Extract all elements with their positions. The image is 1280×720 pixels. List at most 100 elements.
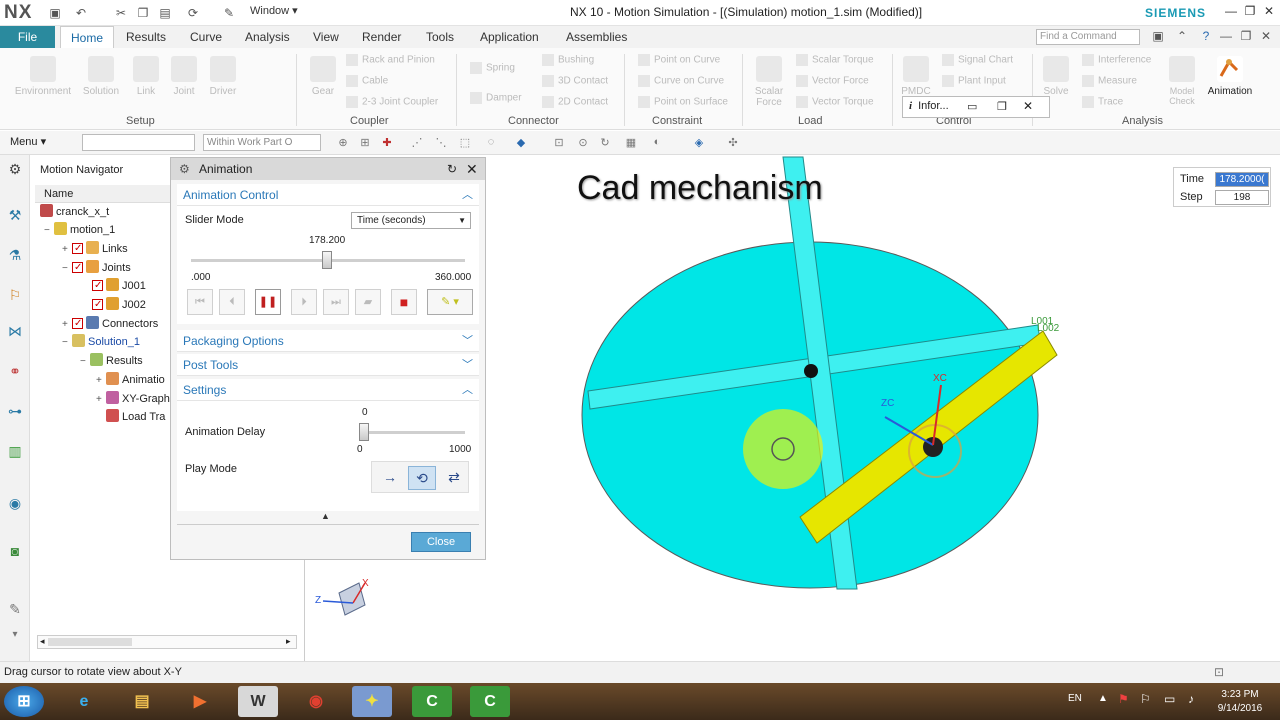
web-browser-icon[interactable]: ▥ <box>6 443 24 461</box>
step-forward-button[interactable]: ⏵ <box>291 289 317 315</box>
tree-node-results[interactable]: − Results <box>80 352 143 371</box>
zoom-icon[interactable]: ⊙ <box>576 136 590 150</box>
pause-button[interactable]: ❚❚ <box>255 289 281 315</box>
volume-icon[interactable]: ♪ <box>1188 692 1194 706</box>
history-icon[interactable]: ◉ <box>6 495 24 513</box>
info-restore-icon[interactable]: ❐ <box>997 100 1007 113</box>
internet-explorer-icon[interactable]: e <box>64 686 104 717</box>
tab-assemblies[interactable]: Assemblies <box>556 26 637 48</box>
window-menu[interactable]: Window ▾ <box>250 4 298 17</box>
touch-mode-icon[interactable]: ✎ <box>222 6 236 20</box>
type-filter-select[interactable] <box>82 134 195 151</box>
tab-view[interactable]: View <box>303 26 349 48</box>
link-button[interactable]: Link <box>128 56 164 97</box>
point-on-curve-button[interactable]: Point on Curve <box>638 54 720 66</box>
tab-analysis[interactable]: Analysis <box>235 26 300 48</box>
expand-icon[interactable]: + <box>62 240 72 259</box>
edge-icon[interactable]: ⋱ <box>434 136 448 150</box>
tab-application[interactable]: Application <box>470 26 549 48</box>
export-animation-button[interactable]: ▰ <box>355 289 381 315</box>
tab-home[interactable]: Home <box>60 26 115 48</box>
tree-node-xy-graph[interactable]: + XY-Graph <box>96 390 170 409</box>
collapse-ribbon-icon[interactable]: ⌃ <box>1174 29 1190 45</box>
info-minimize-icon[interactable]: ▭ <box>967 100 977 113</box>
flag-icon[interactable]: ⚐ <box>1140 692 1151 706</box>
3d-contact-button[interactable]: 3D Contact <box>542 75 608 87</box>
collapse-dialog-icon[interactable]: ▲ <box>321 511 330 521</box>
close-dialog-icon[interactable]: ✕ <box>466 158 478 180</box>
environment-button[interactable]: Environment <box>10 56 76 97</box>
information-window[interactable]: i Infor... ▭ ❐ ✕ <box>902 96 1050 118</box>
slider-mode-select[interactable]: Time (seconds) ▼ <box>351 212 471 229</box>
box-select-icon[interactable]: ⬚ <box>458 136 472 150</box>
measure-button[interactable]: Measure <box>1082 75 1137 87</box>
joint-button[interactable]: Joint <box>166 56 202 97</box>
export-options-button[interactable]: ✎ ▾ <box>427 289 473 315</box>
rack-and-pinion-button[interactable]: Rack and Pinion <box>346 54 435 66</box>
body-select-icon[interactable]: ◆ <box>514 136 528 150</box>
media-player-icon[interactable]: ▶ <box>180 686 220 717</box>
tree-node-animation[interactable]: + Animatio <box>96 371 165 390</box>
constraint-navigator-icon[interactable]: ⚗ <box>6 247 24 265</box>
part-navigator-icon[interactable]: ⚐ <box>6 287 24 305</box>
filter-icon[interactable]: ⊕ <box>336 136 350 150</box>
copy-icon[interactable]: ❐ <box>136 6 150 20</box>
2d-contact-button[interactable]: 2D Contact <box>542 96 608 108</box>
ping-pong-icon[interactable]: ⇄ <box>440 466 468 490</box>
scalar-force-button[interactable]: Scalar Force <box>748 56 790 108</box>
display-icon[interactable]: ▭ <box>1164 692 1175 706</box>
selection-scope-select[interactable]: Within Work Part O <box>203 134 321 151</box>
visibility-checkbox[interactable] <box>72 258 83 277</box>
expand-icon[interactable]: + <box>62 315 72 334</box>
vector-force-button[interactable]: Vector Force <box>796 75 869 87</box>
section-settings[interactable]: Settings ︿ <box>177 379 479 401</box>
interference-button[interactable]: Interference <box>1082 54 1151 66</box>
visibility-checkbox[interactable] <box>72 314 83 333</box>
assembly-navigator-icon[interactable]: ⚒ <box>6 207 24 225</box>
nx-app-icon[interactable]: ✦ <box>352 686 392 717</box>
skip-to-start-button[interactable]: ⏮ <box>187 289 213 315</box>
step-back-button[interactable]: ⏴ <box>219 289 245 315</box>
cut-icon[interactable]: ✂ <box>114 6 128 20</box>
scalar-torque-button[interactable]: Scalar Torque <box>796 54 874 66</box>
fit-view-icon[interactable]: ⊡ <box>552 136 566 150</box>
full-screen-icon[interactable]: ⊡ <box>1214 665 1224 679</box>
tab-results[interactable]: Results <box>116 26 176 48</box>
undo-icon[interactable]: ↶ <box>74 6 88 20</box>
tree-node-j001[interactable]: J001 <box>92 276 146 296</box>
doc-restore-icon[interactable]: ❐ <box>1238 29 1254 45</box>
animation-button[interactable]: Animation <box>1202 56 1258 97</box>
tab-render[interactable]: Render <box>352 26 411 48</box>
cable-button[interactable]: Cable <box>346 75 388 87</box>
roles-icon[interactable]: ✎ <box>6 601 24 619</box>
snap-point-icon[interactable]: ✚ <box>380 136 394 150</box>
scroll-right-icon[interactable]: ▸ <box>286 636 291 647</box>
minimize-icon[interactable]: — <box>1222 4 1240 20</box>
scroll-left-icon[interactable]: ◂ <box>40 636 45 647</box>
time-slider-thumb[interactable] <box>321 251 332 269</box>
point-on-surface-button[interactable]: Point on Surface <box>638 96 728 108</box>
visibility-checkbox[interactable] <box>72 239 83 258</box>
play-once-icon[interactable]: → <box>376 466 404 490</box>
collapse-icon[interactable]: − <box>44 221 54 240</box>
bushing-button[interactable]: Bushing <box>542 54 594 66</box>
delay-slider-track[interactable] <box>363 431 465 434</box>
close-icon[interactable]: ✕ <box>1260 4 1278 20</box>
signal-chart-button[interactable]: Signal Chart <box>942 54 1013 66</box>
tree-node-j002[interactable]: J002 <box>92 295 146 315</box>
visibility-checkbox[interactable] <box>92 276 103 295</box>
stop-button[interactable]: ■ <box>391 289 417 315</box>
section-animation-control[interactable]: Animation Control ︿ <box>177 184 479 206</box>
view-orient-icon[interactable]: ◈ <box>692 136 706 150</box>
camtasia-icon[interactable]: C <box>412 686 452 717</box>
doc-minimize-icon[interactable]: — <box>1218 29 1234 45</box>
tab-curve[interactable]: Curve <box>180 26 232 48</box>
camtasia-recorder-icon[interactable]: C <box>470 686 510 717</box>
reset-dialog-icon[interactable]: ↻ <box>447 158 457 180</box>
expand-icon[interactable]: + <box>96 371 106 390</box>
grid-icon[interactable]: ▦ <box>624 136 638 150</box>
collapse-icon[interactable]: − <box>62 333 72 352</box>
solve-button[interactable]: Solve <box>1040 56 1072 97</box>
shading-icon[interactable]: ◐ <box>650 136 664 150</box>
background-icon[interactable]: ✣ <box>726 136 740 150</box>
